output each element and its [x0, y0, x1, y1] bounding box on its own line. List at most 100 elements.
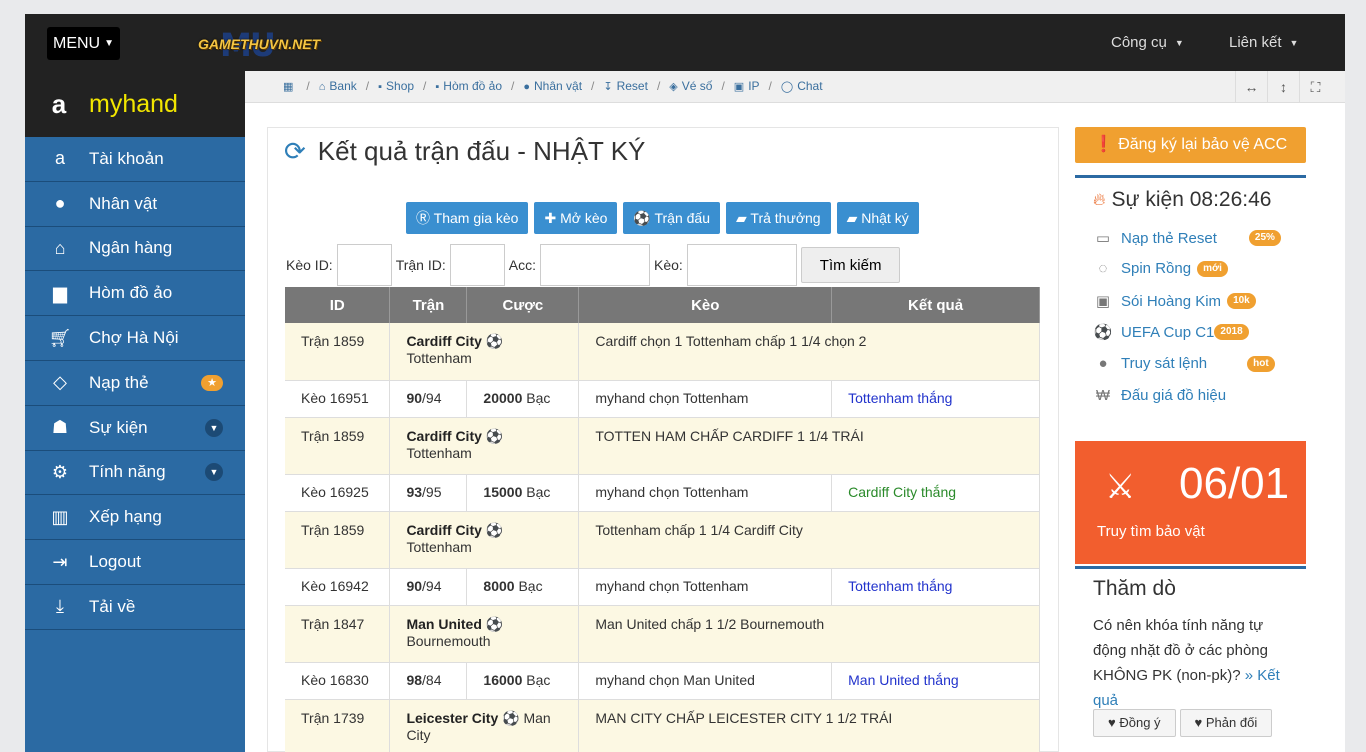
bar-chart-icon: ▥ — [51, 506, 69, 527]
amount: 16000 — [483, 671, 523, 688]
event-item[interactable]: ● Truy sát lệnh hot — [1093, 355, 1275, 372]
treasure-label: Truy tìm bảo vật — [1097, 523, 1205, 540]
breadcrumb-reset[interactable]: ↧ Reset — [603, 79, 648, 93]
keo-id-input[interactable] — [336, 244, 392, 286]
column-header[interactable]: Cược — [466, 287, 580, 323]
tab-matches[interactable]: ⚽ Trận đấu — [623, 202, 720, 234]
row-keo: myhand chọn Man United — [578, 662, 833, 700]
sidebar-item-features[interactable]: ⚙ Tính năng ▼ — [25, 451, 245, 496]
acc-input[interactable] — [539, 244, 650, 286]
treasure-date: 06/01 — [1179, 459, 1290, 508]
event-label: Nạp thẻ Reset — [1121, 229, 1217, 247]
sidebar-item-logout[interactable]: ⇥ Logout — [25, 540, 245, 585]
chevron-down-icon: ▼ — [205, 418, 223, 437]
heart-icon: ♥ — [1108, 715, 1116, 730]
refresh-icon[interactable]: ⟳ — [284, 136, 306, 167]
horizontal-resize-icon[interactable]: ↔ — [1235, 71, 1267, 103]
poll-agree-button[interactable]: ♥ Đồng ý — [1093, 709, 1176, 737]
username[interactable]: myhand — [89, 90, 178, 119]
table-row: Trận 1859 Cardiff City ⚽ Tottenham Totten… — [285, 511, 1040, 569]
breadcrumb-lottery[interactable]: ◈ Vé số — [669, 79, 712, 93]
gift-icon: ▣ — [1095, 293, 1111, 310]
gears-icon: ⚙ — [51, 461, 69, 482]
event-item[interactable]: ▣ Sói Hoàng Kim 10k — [1093, 292, 1256, 310]
match-teams: Man United ⚽ Bournemouth — [389, 605, 580, 663]
sidebar-item-label: Xếp hạng — [89, 507, 162, 527]
acc-label: Acc: — [508, 257, 536, 273]
tran-id-input[interactable] — [449, 244, 505, 286]
sidebar-item-label: Sự kiện — [89, 417, 148, 437]
tools-dropdown[interactable]: Công cụ ▼ — [1111, 34, 1184, 51]
poll-disagree-button[interactable]: ♥ Phản đối — [1179, 709, 1273, 737]
match-teams: Cardiff City ⚽ Tottenham — [389, 323, 580, 381]
lock-icon: ▣ — [733, 81, 745, 93]
sidebar-item-account[interactable]: a Tài khoản — [25, 137, 245, 182]
breadcrumb-ip[interactable]: ▣ IP — [734, 79, 760, 93]
row-odds: 90/94 — [389, 568, 468, 606]
tab-payout[interactable]: ▰ Trả thưởng — [726, 202, 831, 234]
sidebar-item-label: Nạp thẻ — [89, 372, 149, 392]
sidebar-item-label: Ngân hàng — [89, 238, 173, 258]
fullscreen-icon[interactable]: ⛶ — [1299, 71, 1331, 103]
poll-agree-label: Đồng ý — [1119, 715, 1161, 730]
site-logo[interactable]: MU GAMETHUVN.NET — [198, 26, 330, 64]
sidebar-item-events[interactable]: ☗ Sự kiện ▼ — [25, 406, 245, 451]
vertical-resize-icon[interactable]: ↕ — [1267, 71, 1299, 103]
sidebar-item-topup[interactable]: ◇ Nạp thẻ ★ — [25, 361, 245, 406]
sidebar-item-ranking[interactable]: ▥ Xếp hạng — [25, 495, 245, 541]
unit: Bạc — [526, 483, 551, 500]
breadcrumb-character[interactable]: ● Nhân vật — [523, 79, 582, 93]
event-item[interactable]: ₩ Đấu giá đồ hiệu — [1093, 387, 1226, 404]
breadcrumb-shop[interactable]: ▪ Shop — [378, 79, 414, 93]
event-label: UEFA Cup C1 — [1121, 323, 1215, 341]
column-header[interactable]: Trận — [389, 287, 468, 323]
tab-open-bet[interactable]: ✚ Mở kèo — [534, 202, 618, 234]
sidebar-item-download[interactable]: ⤓ Tải về — [25, 585, 245, 630]
breadcrumb-inventory[interactable]: ▪ Hòm đồ ảo — [435, 79, 502, 93]
menu-button[interactable]: MENU ▼ — [47, 27, 121, 60]
keo-input[interactable] — [686, 244, 797, 286]
sidebar-item-bank[interactable]: ⌂ Ngân hàng — [25, 227, 245, 272]
keo-label: Kèo: — [653, 257, 683, 273]
row-keo: Tottenham chấp 1 1/4 Cardiff City — [578, 511, 1040, 569]
row-id: Kèo 16942 — [285, 568, 391, 606]
user-icon: ● — [54, 193, 66, 214]
tab-bar: Ⓡ Tham gia kèo ✚ Mở kèo ⚽ Trận đấu ▰ Trả… — [406, 202, 919, 234]
sidebar-item-character[interactable]: ● Nhân vật — [25, 182, 245, 227]
odds-a: 90 — [406, 577, 423, 594]
poll-title: Thăm dò — [1093, 577, 1176, 600]
breadcrumb-chat[interactable]: ◯ Chat — [781, 79, 823, 93]
sidebar-item-market[interactable]: 🛒︎ Chợ Hà Nội — [25, 316, 245, 361]
odds-a: 90 — [406, 389, 423, 406]
bank-icon: ⌂ — [54, 237, 66, 258]
column-header[interactable]: Kèo — [578, 287, 833, 323]
event-item[interactable]: ▭ Nạp thẻ Reset 25% — [1093, 229, 1281, 247]
column-header[interactable]: Kết quả — [831, 287, 1040, 323]
search-button[interactable]: Tìm kiếm — [800, 247, 901, 283]
sidebar-item-label: Chợ Hà Nội — [89, 328, 179, 348]
breadcrumb-bank[interactable]: ⌂ Bank — [319, 79, 357, 93]
odds-b: /94 — [422, 577, 442, 594]
treasure-hunt-card[interactable]: ⚔ 06/01 Truy tìm bảo vật — [1075, 441, 1306, 564]
sidebar-item-inventory[interactable]: ▆ Hòm đồ ảo — [25, 271, 245, 317]
row-result: Cardiff City thắng — [831, 474, 1040, 512]
odds-a: 98 — [406, 671, 423, 688]
links-dropdown[interactable]: Liên kết ▼ — [1229, 34, 1298, 51]
event-item[interactable]: ◌ Spin Rồng mới — [1093, 260, 1228, 277]
event-item[interactable]: ⚽ UEFA Cup C1 2018 — [1093, 323, 1249, 341]
register-protect-button[interactable]: ❗ Đăng ký lại bảo vệ ACC — [1075, 127, 1306, 163]
tab-log[interactable]: ▰ Nhật ký — [836, 202, 919, 234]
row-keo: Man United chấp 1 1/2 Bournemouth — [578, 605, 1040, 663]
event-badge: hot — [1247, 355, 1275, 372]
odds-b: /95 — [422, 483, 442, 500]
tab-join-bet[interactable]: Ⓡ Tham gia kèo — [406, 202, 529, 234]
breadcrumb-label: Vé số — [681, 79, 713, 93]
row-amount: 16000 Bạc — [466, 662, 580, 700]
column-header[interactable]: ID — [285, 287, 391, 323]
calendar-icon[interactable]: ▦ — [283, 80, 293, 93]
soccer-ball-icon: ⚽ — [485, 427, 504, 444]
briefcase-icon: ▪ — [435, 81, 440, 93]
breadcrumb-label: Hòm đồ ảo — [443, 79, 502, 93]
row-odds: 93/95 — [389, 474, 468, 512]
home-team: Man United — [406, 615, 482, 632]
